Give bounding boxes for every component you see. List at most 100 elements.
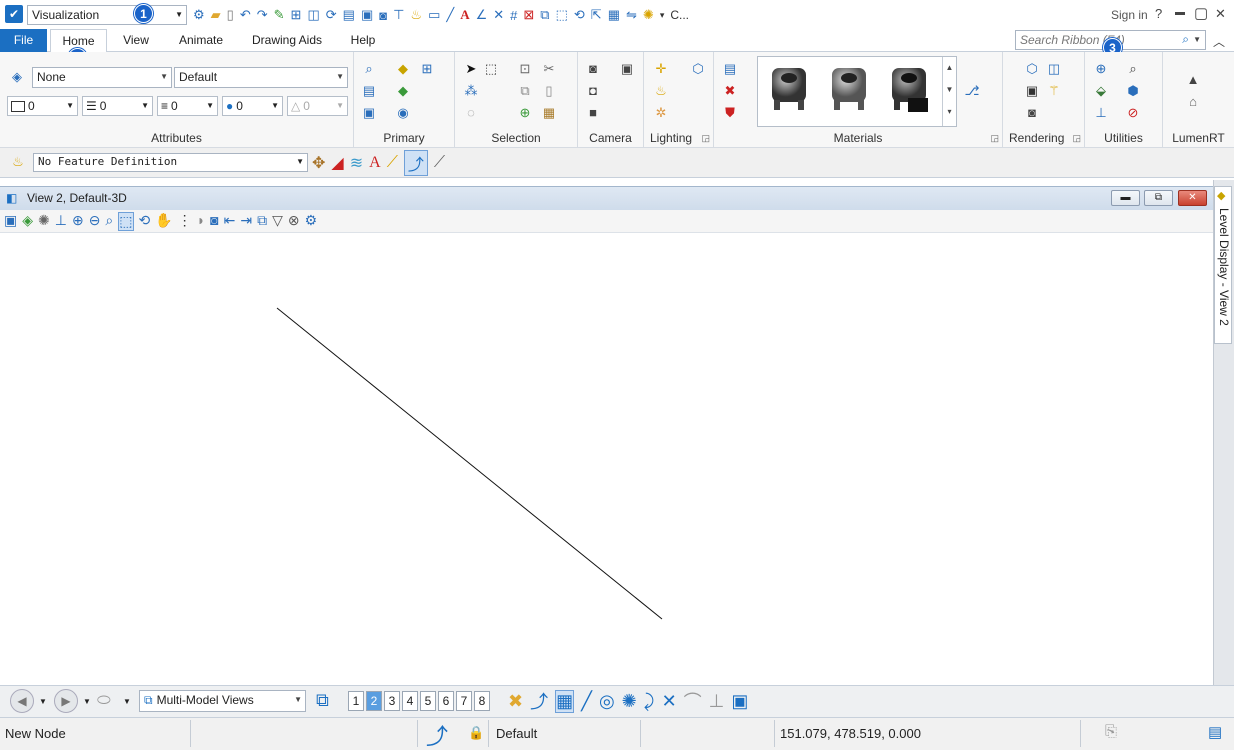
fly-icon[interactable]: ◗ <box>197 212 205 231</box>
view-number-7[interactable]: 7 <box>456 691 472 711</box>
measure-icon[interactable]: ⟋ <box>434 154 445 172</box>
tab-animate[interactable]: Animate <box>168 29 234 52</box>
palette-icon[interactable]: ✥ <box>312 153 325 173</box>
next-view-icon[interactable]: ⇥ <box>240 212 252 231</box>
chevron-down-icon[interactable]: ▼ <box>83 697 91 706</box>
hexagon-icon[interactable]: ⬢ <box>1125 83 1141 99</box>
zoom-tool-icon[interactable]: ⌕ <box>1125 61 1141 77</box>
crosshair-icon[interactable]: ⊕ <box>1093 61 1109 77</box>
explorer-icon[interactable]: ⌕ <box>361 61 377 77</box>
text-style-icon[interactable]: A <box>369 154 381 172</box>
models-icon[interactable]: ▤ <box>361 83 377 99</box>
redo-icon[interactable]: ↷ <box>257 7 268 23</box>
snap-off-icon[interactable]: ✖ <box>508 691 523 712</box>
lumenrt-icon[interactable]: ▲ <box>1185 72 1201 88</box>
view-settings-icon[interactable]: ⚙ <box>305 212 318 231</box>
collapse-ribbon-icon[interactable]: ︿ <box>1213 33 1225 50</box>
trim-icon[interactable]: ✕ <box>493 7 504 23</box>
help-button[interactable]: ? <box>1155 6 1162 21</box>
gallery-scroll[interactable]: ▲ ▼ ▾ <box>942 57 956 126</box>
active-level[interactable]: Default <box>496 726 537 741</box>
maximize-button[interactable]: ▢ <box>1194 4 1208 22</box>
origin-snap-icon[interactable]: ✺ <box>622 691 637 712</box>
brush-icon[interactable]: ⟋ <box>387 154 398 172</box>
lumenrt-export-icon[interactable]: ⌂ <box>1185 94 1201 110</box>
stack-icon[interactable]: ◢ <box>331 153 343 173</box>
copy-icon[interactable]: ⧉ <box>540 7 549 23</box>
dialog-launcher-icon[interactable]: ◲ <box>701 133 710 144</box>
file-icon[interactable]: ▯ <box>227 7 234 23</box>
linestyle-combo[interactable]: ≡ 0 ▼ <box>157 96 218 116</box>
view-number-3[interactable]: 3 <box>384 691 400 711</box>
minimize-button[interactable]: ▬ <box>1175 7 1185 18</box>
view-number-8[interactable]: 8 <box>474 691 490 711</box>
sign-in-link[interactable]: Sign in <box>1111 8 1148 22</box>
material-thumb-2[interactable] <box>824 64 874 110</box>
delete-icon[interactable]: ⊠ <box>523 7 534 23</box>
color-combo[interactable]: 0 ▼ <box>7 96 78 116</box>
snapshot-icon[interactable]: ▣ <box>361 7 373 23</box>
camera-view-icon[interactable]: ◙ <box>210 212 218 231</box>
undo-icon[interactable]: ↶ <box>240 7 251 23</box>
copy-icon[interactable]: ⧉ <box>517 83 533 99</box>
camera-icon[interactable]: ◙ <box>585 61 601 77</box>
fill-icon[interactable]: ⬙ <box>1093 83 1109 99</box>
hash-icon[interactable]: # <box>510 8 517 23</box>
workspace-selector[interactable]: Visualization ▼ <box>27 5 187 25</box>
view-restore-button[interactable]: ⧉ <box>1144 190 1173 206</box>
search-icon[interactable]: ⌕ <box>1182 32 1189 47</box>
chevron-down-icon[interactable]: ▼ <box>1193 35 1201 44</box>
camera-icon[interactable]: ◙ <box>379 8 387 23</box>
walk-icon[interactable]: ⋮ <box>178 212 192 231</box>
perpendicular-snap-icon[interactable]: ⊥ <box>709 691 725 712</box>
light-icon[interactable]: ✺ <box>643 7 654 23</box>
view-number-1[interactable]: 1 <box>348 691 364 711</box>
angle-icon[interactable]: ∠ <box>476 7 488 23</box>
paint-bucket-icon[interactable]: ⛊ <box>722 105 738 121</box>
bisector-snap-icon[interactable]: ⤸ <box>644 691 655 712</box>
render-cube-icon[interactable]: ⬡ <box>1024 61 1040 77</box>
midpoint-snap-icon[interactable]: ╱ <box>581 691 592 712</box>
accudraw-icon[interactable]: ⤴ <box>426 719 448 751</box>
rotate-view-icon[interactable]: ⟲ <box>139 212 151 231</box>
image-icon[interactable]: ▣ <box>619 61 635 77</box>
view-windows-icon[interactable]: ⧉ <box>316 690 329 711</box>
priority-combo[interactable]: ● 0 ▼ <box>222 96 283 116</box>
spark-icon[interactable]: ✲ <box>653 105 669 121</box>
pin-icon[interactable]: ✎ <box>274 7 285 23</box>
tab-help[interactable]: Help <box>340 29 386 52</box>
scale-icon[interactable]: ⇱ <box>591 7 602 23</box>
snap-mode-icon[interactable]: ▣ <box>731 691 748 712</box>
design-file-icon[interactable]: ▤ <box>1208 723 1222 741</box>
zoom-in-icon[interactable]: ⊕ <box>72 212 84 231</box>
feature-bulb-icon[interactable]: ♨ <box>10 154 26 170</box>
material-assign-icon[interactable]: ▤ <box>722 61 738 77</box>
app-logo-icon[interactable]: ✔ <box>5 5 23 23</box>
chevron-down-icon[interactable]: ▼ <box>39 697 47 706</box>
line-icon[interactable]: ╱ <box>446 7 454 23</box>
layers-icon[interactable]: ◆ <box>395 61 411 77</box>
drawn-line[interactable] <box>276 307 663 620</box>
copy-view-icon[interactable]: ⧉ <box>257 212 267 231</box>
center-snap-icon[interactable]: ◎ <box>599 691 615 712</box>
pan-view-icon[interactable]: ✋ <box>155 212 172 231</box>
level-combo[interactable]: None ▼ <box>32 67 172 88</box>
tangent-snap-icon[interactable]: ⌒ <box>684 688 702 714</box>
camera-settings-icon[interactable]: ◘ <box>585 83 601 99</box>
update-view-icon[interactable]: ⊥ <box>55 212 67 231</box>
clipboard-icon[interactable]: ▦ <box>541 105 557 121</box>
view-number-5[interactable]: 5 <box>420 691 436 711</box>
lock-icon[interactable]: ⊡ <box>517 61 533 77</box>
pointer-icon[interactable]: ➤ <box>463 61 479 77</box>
nearest-snap-icon[interactable]: ▦ <box>555 689 575 713</box>
dialog-launcher-icon[interactable]: ◲ <box>990 133 999 144</box>
weight-combo[interactable]: ☰ 0 ▼ <box>82 96 153 116</box>
tab-file[interactable]: File <box>0 29 47 52</box>
document-icon[interactable]: ▤ <box>343 7 355 23</box>
lock-icon[interactable]: 🔒 <box>468 725 484 741</box>
video-camera-icon[interactable]: ■ <box>585 105 601 121</box>
style-combo[interactable]: Default ▼ <box>174 67 348 88</box>
smartline-icon[interactable]: ⤴ <box>403 150 428 176</box>
dialog-launcher-icon[interactable]: ◲ <box>1072 133 1081 144</box>
clip-mask-icon[interactable]: ⊗ <box>288 212 300 231</box>
